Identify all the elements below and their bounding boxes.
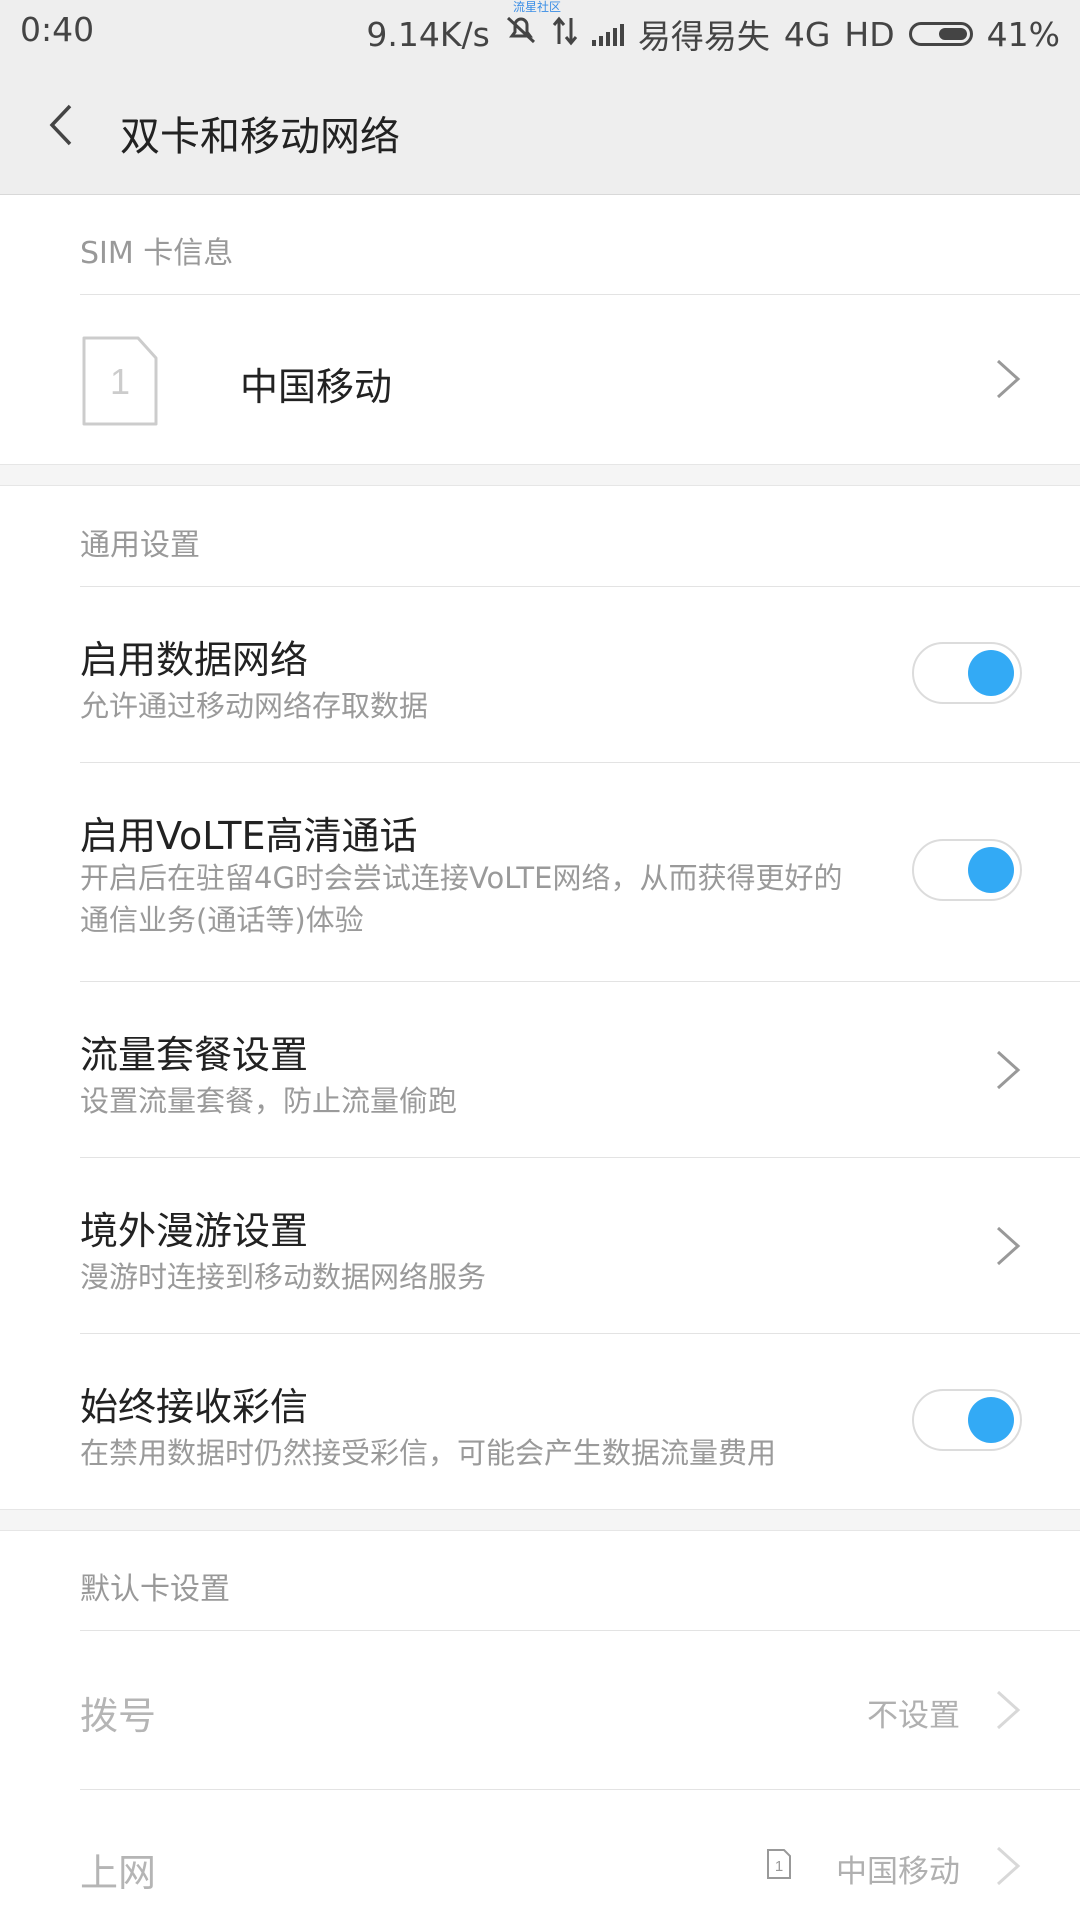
roaming-row[interactable]: 境外漫游设置 漫游时连接到移动数据网络服务	[0, 1158, 1080, 1333]
dial-default-row[interactable]: 拨号 不设置	[0, 1631, 1080, 1789]
status-right-group: 9.14K/s 易得易失 4G HD 41%	[366, 10, 1060, 58]
dial-value: 不设置	[867, 1698, 960, 1734]
network-speed: 9.14K/s	[366, 14, 490, 54]
mms-row[interactable]: 始终接收彩信 在禁用数据时仍然接受彩信，可能会产生数据流量费用	[0, 1334, 1080, 1509]
battery-percent: 41%	[986, 14, 1060, 54]
back-button[interactable]	[40, 102, 86, 148]
sim-card-icon: 1	[767, 1849, 791, 1879]
hd-badge: HD	[844, 14, 895, 54]
data-network-label: 启用数据网络	[80, 638, 309, 682]
section-gap	[0, 1509, 1080, 1531]
sim-card-row[interactable]: 1 中国移动	[0, 295, 1080, 463]
internet-default-row[interactable]: 上网 1 中国移动	[0, 1790, 1080, 1920]
volte-toggle[interactable]	[912, 839, 1022, 901]
volte-row[interactable]: 启用VoLTE高清通话 开启后在驻留4G时会尝试连接VoLTE网络，从而获得更好…	[0, 763, 1080, 981]
general-section-title: 通用设置	[80, 528, 200, 563]
chevron-right-icon	[996, 359, 1021, 399]
network-type: 4G	[783, 14, 831, 54]
sim-carrier-name: 中国移动	[240, 365, 393, 409]
data-network-toggle[interactable]	[912, 642, 1022, 704]
chevron-right-icon	[996, 1226, 1021, 1266]
app-header: 双卡和移动网络	[0, 62, 1080, 195]
roaming-desc: 漫游时连接到移动数据网络服务	[80, 1260, 487, 1294]
sim-section-title: SIM 卡信息	[80, 236, 234, 271]
internet-label: 上网	[80, 1851, 157, 1895]
volte-label: 启用VoLTE高清通话	[80, 814, 418, 858]
internet-value: 中国移动	[836, 1854, 960, 1890]
dial-label: 拨号	[80, 1694, 157, 1738]
chevron-right-icon	[996, 1690, 1021, 1730]
mms-label: 始终接收彩信	[80, 1385, 309, 1429]
mms-toggle[interactable]	[912, 1389, 1022, 1451]
back-arrow-icon	[49, 104, 72, 146]
sim-card-icon: 1	[82, 336, 158, 426]
section-gap	[0, 464, 1080, 486]
carrier-name: 易得易失	[637, 17, 770, 56]
signal-icon	[591, 22, 624, 46]
status-time: 0:40	[20, 10, 95, 49]
data-network-row[interactable]: 启用数据网络 允许通过移动网络存取数据	[0, 587, 1080, 762]
battery-icon	[908, 22, 973, 46]
data-plan-label: 流量套餐设置	[80, 1033, 309, 1077]
data-plan-row[interactable]: 流量套餐设置 设置流量套餐，防止流量偷跑	[0, 982, 1080, 1157]
page-title: 双卡和移动网络	[120, 114, 400, 160]
svg-text:1: 1	[775, 1858, 783, 1875]
data-network-desc: 允许通过移动网络存取数据	[80, 689, 429, 723]
roaming-label: 境外漫游设置	[80, 1209, 309, 1253]
alarm-off-icon	[504, 14, 538, 54]
data-plan-desc: 设置流量套餐，防止流量偷跑	[80, 1084, 458, 1118]
chevron-right-icon	[996, 1050, 1021, 1090]
volte-desc: 开启后在驻留4G时会尝试连接VoLTE网络，从而获得更好的通信业务(通话等)体验	[80, 861, 843, 937]
mms-desc: 在禁用数据时仍然接受彩信，可能会产生数据流量费用	[80, 1436, 777, 1470]
svg-text:1: 1	[110, 361, 130, 402]
default-section-title: 默认卡设置	[80, 1572, 230, 1607]
chevron-right-icon	[996, 1846, 1021, 1886]
data-arrows-icon	[552, 15, 578, 54]
status-bar: 0:40 流星社区 9.14K/s 易得易失 4G HD 41%	[0, 0, 1080, 62]
